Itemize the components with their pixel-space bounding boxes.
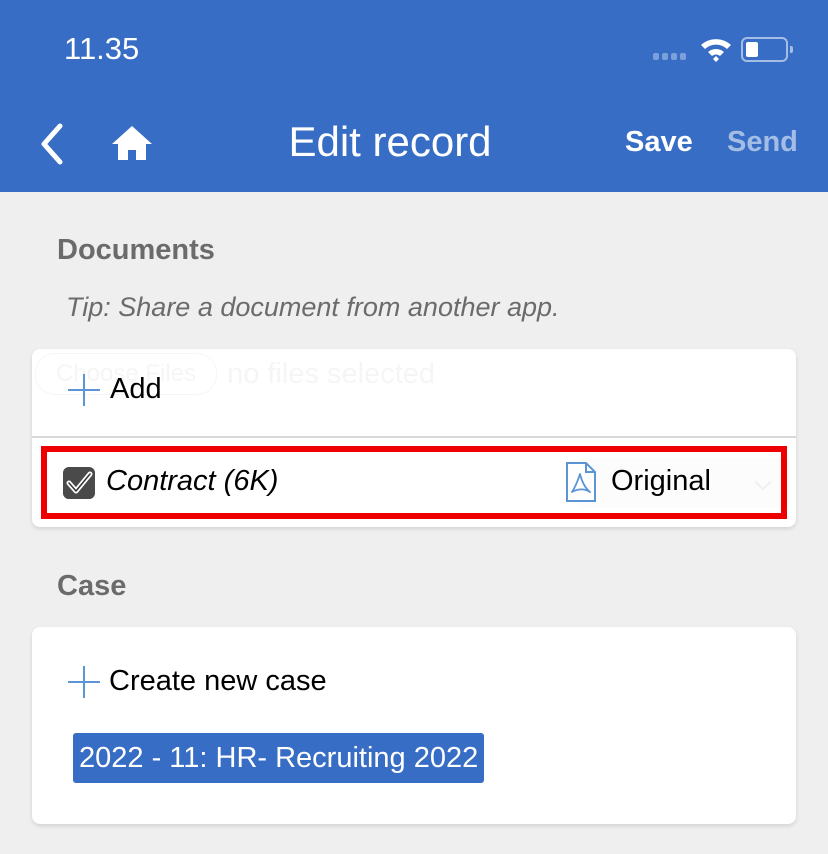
documents-tip: Tip: Share a document from another app. bbox=[66, 292, 560, 322]
selected-case-tag[interactable]: 2022 - 11: HR- Recruiting 2022 bbox=[73, 733, 485, 783]
document-version-select[interactable]: Original bbox=[575, 458, 791, 508]
plus-icon bbox=[68, 665, 100, 698]
send-button[interactable]: Send bbox=[727, 126, 798, 159]
document-version-value: Original bbox=[611, 465, 711, 497]
create-new-case-button[interactable]: Create new case bbox=[68, 665, 327, 698]
chevron-down-icon bbox=[754, 473, 772, 491]
status-time: 11.35 bbox=[64, 31, 140, 66]
file-input-status: no files selected bbox=[227, 358, 435, 391]
create-new-case-label: Create new case bbox=[109, 665, 327, 697]
documents-section-label: Documents bbox=[57, 234, 215, 266]
divider bbox=[32, 436, 796, 438]
document-checkbox[interactable] bbox=[63, 467, 95, 499]
document-name[interactable]: Contract (6K) bbox=[106, 465, 278, 498]
case-section-label: Case bbox=[57, 570, 127, 602]
documents-card: Choose Files no files selected Add Contr… bbox=[32, 349, 796, 527]
add-document-button[interactable]: Add bbox=[68, 373, 162, 406]
app-header: 11.35 Edit record Save Send bbox=[0, 0, 828, 192]
plus-icon bbox=[68, 373, 100, 406]
add-document-label: Add bbox=[110, 373, 162, 405]
cellular-signal-icon bbox=[653, 53, 686, 60]
document-row: Contract (6K) Original bbox=[41, 446, 787, 519]
battery-icon bbox=[741, 37, 793, 62]
case-card: Create new case 2022 - 11: HR- Recruitin… bbox=[32, 627, 796, 824]
pdf-file-icon bbox=[566, 462, 596, 502]
save-button[interactable]: Save bbox=[625, 126, 693, 159]
wifi-icon bbox=[701, 39, 731, 62]
